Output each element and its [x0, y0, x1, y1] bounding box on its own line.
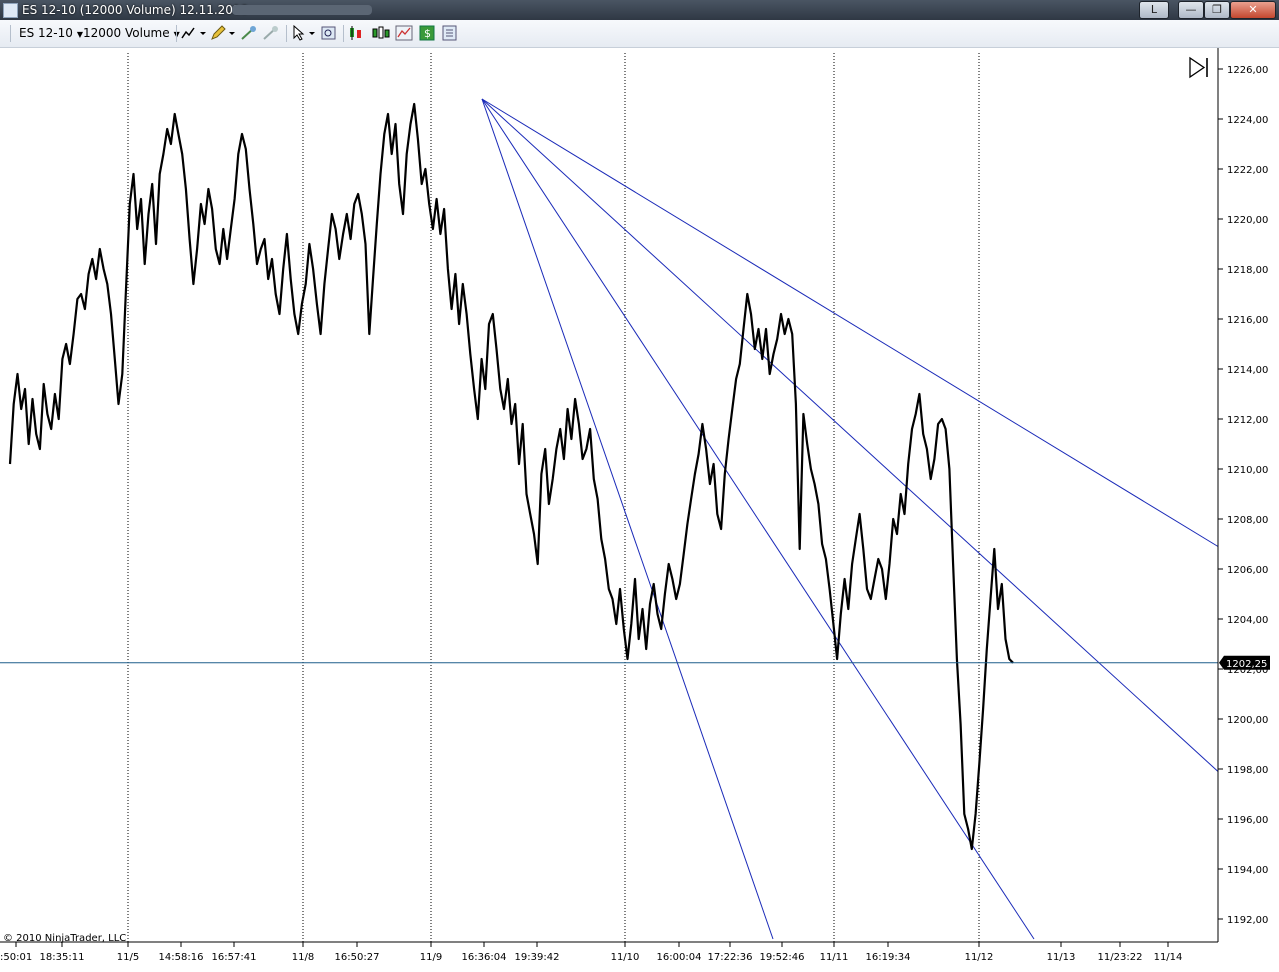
toolbar-separator [286, 25, 287, 42]
x-axis-label: 11/23:22 [1098, 952, 1143, 963]
zoom-icon[interactable] [320, 25, 338, 41]
instrument-selector[interactable]: ES 12-10 ▼ [19, 24, 83, 42]
pointer-icon[interactable] [291, 25, 317, 41]
x-axis-label: 11/9 [420, 952, 442, 963]
fan-trend-line[interactable] [481, 98, 774, 940]
interval-selector[interactable]: 12000 Volume▼ [83, 24, 180, 42]
y-axis-label: 1194,00 [1227, 865, 1268, 876]
y-axis-label: 1226,00 [1227, 65, 1268, 76]
x-axis-label: 14:58:16 [159, 952, 204, 963]
y-axis-label: 1214,00 [1227, 365, 1268, 376]
x-axis-label: 17:22:36 [708, 952, 753, 963]
scroll-to-end-icon[interactable] [1189, 56, 1208, 79]
restore-button[interactable]: ❐ [1204, 1, 1230, 19]
y-axis-label: 1206,00 [1227, 565, 1268, 576]
layout-button[interactable]: L [1139, 1, 1169, 19]
y-axis-label: 1210,00 [1227, 465, 1268, 476]
fan-trend-line[interactable] [481, 98, 1219, 547]
chart-panel[interactable]: 1192,00 1194,00 1196,00 1198,00 1200,00 1202,… [0, 48, 1279, 972]
toolbar-separator [343, 25, 344, 42]
y-axis-label: 1200,00 [1227, 715, 1268, 726]
x-axis-label: 16:36:04 [462, 952, 507, 963]
y-axis-label: 1192,00 [1227, 915, 1268, 926]
y-axis-label: 1222,00 [1227, 165, 1268, 176]
price-series-line [8, 102, 1014, 851]
price-chart[interactable]: 1192,00 1194,00 1196,00 1198,00 1200,00 1202,… [0, 48, 1279, 972]
toolbar-separator [176, 25, 177, 42]
x-axis-label: 16:00:04 [657, 952, 702, 963]
x-axis-label: 11/14 [1154, 952, 1183, 963]
chart-style-icon[interactable] [372, 25, 390, 41]
x-axis-label: 19:39:42 [515, 952, 560, 963]
fan-trend-line[interactable] [481, 98, 1219, 772]
x-axis-label: 11/11 [820, 952, 849, 963]
y-axis-label: 1208,00 [1227, 515, 1268, 526]
copyright-text: © 2010 NinjaTrader, LLC [3, 933, 126, 944]
x-axis-label: 19:52:46 [760, 952, 805, 963]
x-axis-label: 11/10 [611, 952, 640, 963]
x-axis-label: 16:19:34 [866, 952, 911, 963]
y-axis-label: 1216,00 [1227, 315, 1268, 326]
drawing-tool-icon[interactable] [181, 25, 207, 41]
window-title: ES 12-10 (12000 Volume) 12.11.2010 [22, 3, 249, 17]
blurred-title-area [232, 5, 372, 15]
pencil-icon[interactable] [210, 25, 236, 41]
x-axis-label: 18:35:11 [40, 952, 85, 963]
properties-icon[interactable] [441, 25, 459, 41]
y-axis-label: 1218,00 [1227, 265, 1268, 276]
chart-app-icon [3, 3, 18, 18]
hide-draw-icon[interactable] [262, 25, 280, 41]
indicators-icon[interactable] [395, 25, 413, 41]
x-axis-label: :50:01 [0, 952, 32, 963]
chart-toolbar: ES 12-10▼ 12000 Volume▼ $ [0, 20, 1279, 48]
x-axis-label: 11/8 [292, 952, 314, 963]
close-button[interactable]: ✕ [1230, 1, 1276, 19]
toolbar-grip [10, 25, 11, 42]
x-axis-label: 11/13 [1047, 952, 1076, 963]
y-axis-label: 1198,00 [1227, 765, 1268, 776]
minimize-button[interactable]: — [1178, 1, 1204, 19]
instrument-label: ES 12-10 [19, 26, 73, 40]
x-axis-label: 16:50:27 [335, 952, 380, 963]
x-axis-label: 11/12 [965, 952, 994, 963]
y-axis-label: 1204,00 [1227, 615, 1268, 626]
interval-label: 12000 Volume [83, 26, 170, 40]
svg-text:$: $ [424, 27, 431, 40]
y-axis-label: 1196,00 [1227, 815, 1268, 826]
window-titlebar: ES 12-10 (12000 Volume) 12.11.2010 L — ❐… [0, 0, 1279, 20]
global-draw-icon[interactable] [240, 25, 258, 41]
strategies-icon[interactable]: $ [418, 25, 436, 41]
y-axis-label: 1212,00 [1227, 415, 1268, 426]
bar-type-icon[interactable] [348, 25, 366, 41]
last-price-label: 1202,25 [1219, 655, 1270, 670]
y-axis-label: 1220,00 [1227, 215, 1268, 226]
x-axis-label: 11/5 [117, 952, 139, 963]
y-axis-label: 1224,00 [1227, 115, 1268, 126]
last-price-text: 1202,25 [1226, 659, 1267, 670]
x-axis-label: 16:57:41 [212, 952, 257, 963]
